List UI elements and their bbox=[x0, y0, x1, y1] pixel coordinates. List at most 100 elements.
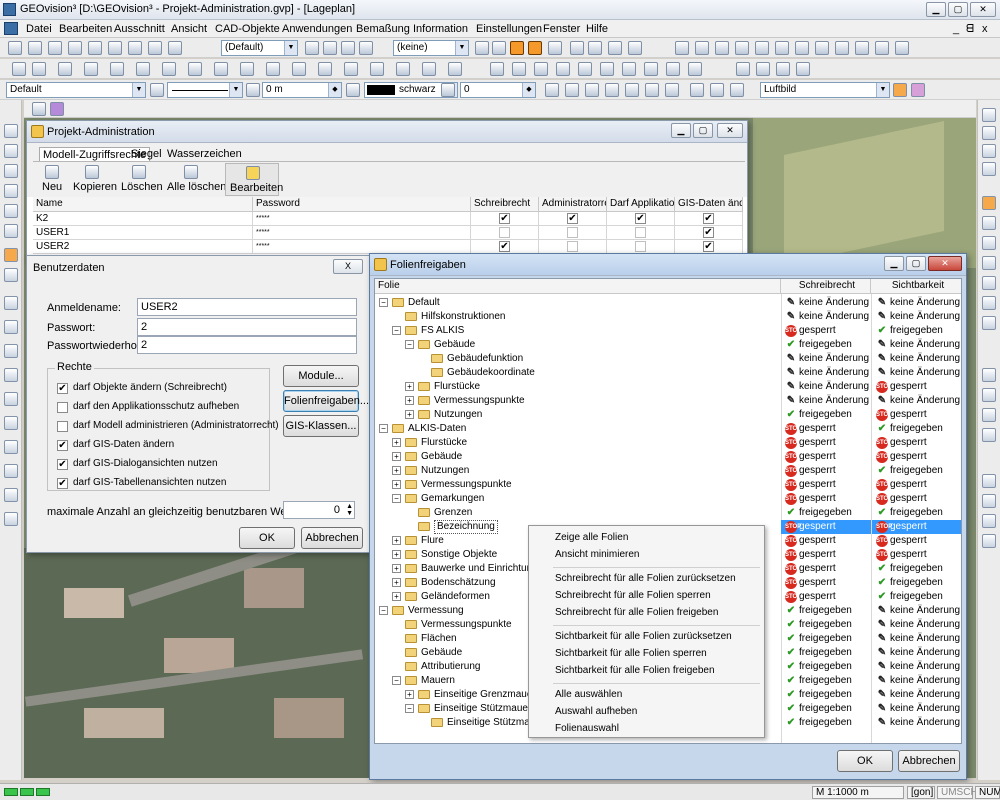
tool-left-6[interactable] bbox=[4, 224, 18, 238]
gis-icon-11[interactable] bbox=[875, 41, 889, 55]
pointer-icon[interactable] bbox=[8, 41, 22, 55]
tool-left-11[interactable] bbox=[4, 368, 18, 382]
linetype-combo[interactable]: ▼ bbox=[167, 82, 243, 98]
view-tool-2[interactable] bbox=[50, 102, 64, 116]
gis-icon-5[interactable] bbox=[755, 41, 769, 55]
draw-layer-icon[interactable] bbox=[422, 62, 436, 76]
right-checkbox[interactable]: ✔ bbox=[57, 478, 68, 489]
tree-expander-icon[interactable]: − bbox=[405, 340, 414, 349]
permission-checkbox[interactable]: ✔ bbox=[703, 213, 714, 224]
layer-combo[interactable]: (keine) ▼ bbox=[393, 40, 469, 56]
tree-expander-icon[interactable]: + bbox=[405, 396, 414, 405]
undo-icon[interactable] bbox=[756, 62, 770, 76]
admin-minimize-button[interactable]: ▁ bbox=[671, 123, 691, 138]
permission-checkbox[interactable] bbox=[499, 227, 510, 238]
draw-curve-icon[interactable] bbox=[110, 62, 124, 76]
no-snap-icon[interactable] bbox=[492, 41, 506, 55]
user-ok-button[interactable]: OK bbox=[239, 527, 295, 549]
ctx-layer-selection[interactable]: Folienauswahl bbox=[555, 723, 619, 734]
menu-ansicht[interactable]: Ansicht bbox=[171, 23, 207, 35]
edit-offset-icon[interactable] bbox=[622, 62, 636, 76]
prop-tool-6[interactable] bbox=[645, 83, 659, 97]
tree-row[interactable]: + Flurstücke ✎ keine Änderung STOP gesperrt bbox=[375, 380, 961, 394]
edit-join-icon[interactable] bbox=[666, 62, 680, 76]
tool-left-5[interactable] bbox=[4, 204, 18, 218]
col-name[interactable]: Name bbox=[33, 197, 253, 212]
ctx-show-all-layers[interactable]: Zeige alle Folien bbox=[555, 532, 628, 543]
prop-tool-9[interactable] bbox=[710, 83, 724, 97]
draw-block-icon[interactable] bbox=[370, 62, 384, 76]
snap-5-icon[interactable] bbox=[588, 41, 602, 55]
cut-line-icon[interactable] bbox=[475, 41, 489, 55]
gis-icon-1[interactable] bbox=[675, 41, 689, 55]
draw-arc-icon[interactable] bbox=[84, 62, 98, 76]
tree-row[interactable]: + Nutzungen STOP gesperrt ✔ freigegeben bbox=[375, 464, 961, 478]
spin-icon[interactable]: ▲ ▼ bbox=[346, 503, 353, 517]
pan-hand-icon[interactable] bbox=[982, 316, 996, 330]
password-repeat-field[interactable]: 2 bbox=[137, 336, 357, 354]
map-tool-1[interactable] bbox=[893, 83, 907, 97]
right-tool-2[interactable] bbox=[982, 388, 996, 402]
tool-left-15[interactable] bbox=[4, 464, 18, 478]
right-tool-5[interactable] bbox=[982, 474, 996, 488]
col-schreibrecht[interactable]: Schreibrecht bbox=[471, 197, 539, 212]
prop-tool-1[interactable] bbox=[545, 83, 559, 97]
tool-left-12[interactable] bbox=[4, 392, 18, 406]
table-cell-name[interactable]: K2 bbox=[33, 212, 253, 226]
tree-expander-icon[interactable]: + bbox=[392, 592, 401, 601]
save-icon[interactable] bbox=[68, 41, 82, 55]
tree-row[interactable]: + Gebäude STOP gesperrt STOP gesperrt bbox=[375, 450, 961, 464]
tree-expander-icon[interactable]: + bbox=[392, 550, 401, 559]
col-gis-daten[interactable]: GIS-Daten änder bbox=[675, 197, 743, 212]
permission-checkbox[interactable]: ✔ bbox=[567, 213, 578, 224]
tree-row[interactable]: + Flurstücke STOP gesperrt STOP gesperrt bbox=[375, 436, 961, 450]
tool-left-active[interactable] bbox=[4, 248, 18, 262]
tree-row[interactable]: + Vermessungspunkte STOP gesperrt STOP gesper… bbox=[375, 478, 961, 492]
menu-cad-objekte[interactable]: CAD-Objekte bbox=[215, 23, 280, 35]
tool-left-3[interactable] bbox=[4, 164, 18, 178]
ctx-minimize-view[interactable]: Ansicht minimieren bbox=[555, 549, 639, 560]
tree-expander-icon[interactable]: + bbox=[392, 438, 401, 447]
permission-checkbox[interactable] bbox=[635, 227, 646, 238]
table-cell-name[interactable]: USER2 bbox=[33, 240, 253, 254]
gis-icon-3[interactable] bbox=[715, 41, 729, 55]
col-applikationsschutz[interactable]: Darf Applikations bbox=[607, 197, 675, 212]
tab-siegel[interactable]: Siegel bbox=[131, 148, 162, 160]
draw-circle-icon[interactable] bbox=[162, 62, 176, 76]
layer-permissions-button[interactable]: Folienfreigaben... bbox=[283, 390, 369, 412]
login-name-field[interactable]: USER2 bbox=[137, 298, 357, 316]
ctx-write-reset[interactable]: Schreibrecht für alle Folien zurücksetze… bbox=[555, 573, 736, 584]
layer-close-button[interactable]: ✕ bbox=[928, 256, 962, 271]
draw-image-icon[interactable] bbox=[344, 62, 358, 76]
zoom-all-icon[interactable] bbox=[982, 296, 996, 310]
zoom-window-icon[interactable] bbox=[982, 196, 996, 210]
prop-tool-7[interactable] bbox=[665, 83, 679, 97]
nav-right-icon[interactable] bbox=[982, 162, 996, 176]
snap-4-icon[interactable] bbox=[570, 41, 584, 55]
admin-close-button[interactable]: ✕ bbox=[717, 123, 743, 138]
layer-maximize-button[interactable]: ▢ bbox=[906, 256, 926, 271]
map-combo[interactable]: Luftbild ▼ bbox=[760, 82, 890, 98]
tab-wasserzeichen[interactable]: Wasserzeichen bbox=[167, 148, 242, 160]
tool-left-7[interactable] bbox=[4, 268, 18, 282]
ctx-write-release[interactable]: Schreibrecht für alle Folien freigeben bbox=[555, 607, 718, 618]
tree-row[interactable]: + Vermessungspunkte ✎ keine Änderung ✎ keine … bbox=[375, 394, 961, 408]
minimize-button[interactable]: ▁ bbox=[926, 2, 946, 17]
tree-expander-icon[interactable]: − bbox=[379, 606, 388, 615]
draw-insert-icon[interactable] bbox=[396, 62, 410, 76]
map-tool-2[interactable] bbox=[911, 83, 925, 97]
tree-expander-icon[interactable]: − bbox=[392, 494, 401, 503]
style-combo[interactable]: (Default) ▼ bbox=[221, 40, 298, 56]
mdi-close-button[interactable]: x bbox=[982, 23, 988, 35]
edit-break-icon[interactable] bbox=[688, 62, 702, 76]
permission-checkbox[interactable]: ✔ bbox=[635, 213, 646, 224]
menu-anwendungen[interactable]: Anwendungen bbox=[282, 23, 352, 35]
menu-information[interactable]: Information bbox=[413, 23, 468, 35]
ctx-deselect[interactable]: Auswahl aufheben bbox=[555, 706, 637, 717]
tree-expander-icon[interactable]: + bbox=[392, 480, 401, 489]
menu-fenster[interactable]: Fenster bbox=[543, 23, 580, 35]
tree-expander-icon[interactable]: + bbox=[405, 410, 414, 419]
edit-scale-icon[interactable] bbox=[534, 62, 548, 76]
edit-extend-icon[interactable] bbox=[600, 62, 614, 76]
permission-checkbox[interactable] bbox=[635, 241, 646, 252]
